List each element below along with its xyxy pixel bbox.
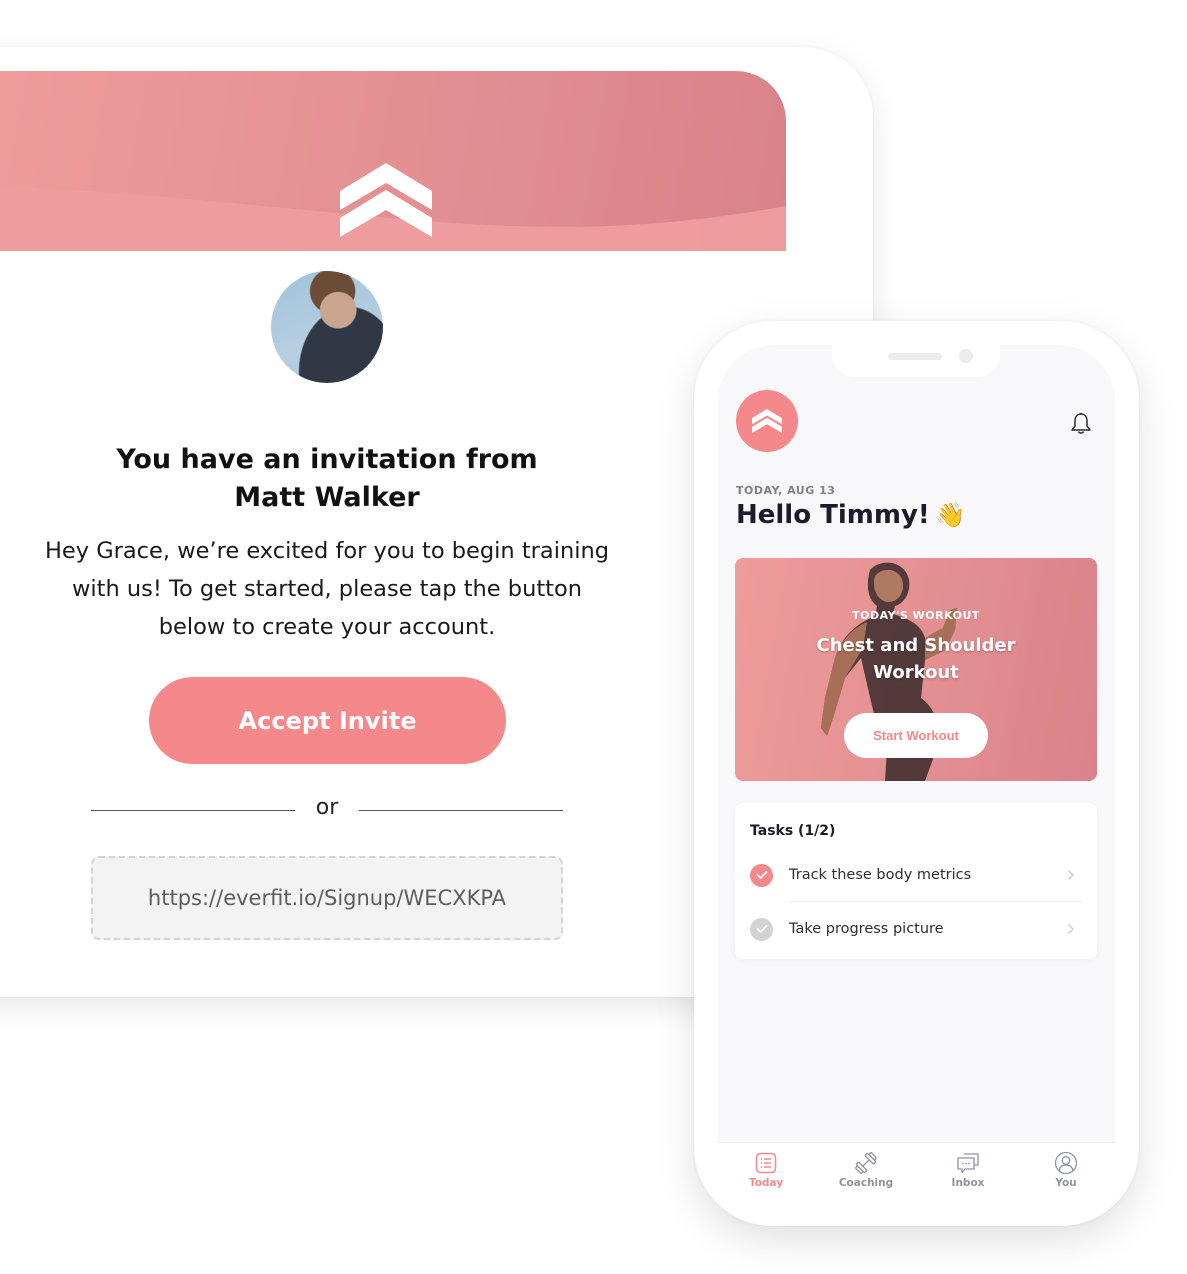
- or-divider: or: [91, 795, 563, 825]
- invitation-title: You have an invitation from Matt Walker: [0, 441, 654, 517]
- todays-workout-card[interactable]: TODAY'S WORKOUT Chest and Shoulder Worko…: [735, 558, 1097, 781]
- date-label: TODAY, AUG 13: [736, 484, 836, 497]
- double-chevron-up-icon: [340, 163, 432, 237]
- message-line: below to create your account.: [158, 614, 496, 640]
- task-item[interactable]: Take progress picture: [735, 902, 1097, 956]
- bottom-tab-bar: Today Coaching Inbox You: [718, 1142, 1115, 1202]
- coach-name: Matt Walker: [234, 482, 420, 513]
- start-workout-button[interactable]: Start Workout: [844, 713, 988, 758]
- chevron-right-icon: [1068, 924, 1074, 934]
- dumbbell-icon: [855, 1152, 877, 1174]
- camera: [959, 349, 973, 363]
- bell-icon[interactable]: [1070, 412, 1092, 436]
- email-header-banner: [0, 71, 786, 251]
- workout-title-line: Chest and Shoulder: [816, 635, 1016, 656]
- workout-title: Chest and Shoulder Workout: [795, 632, 1037, 686]
- chevron-right-icon: [1068, 870, 1074, 880]
- workout-title-line: Workout: [873, 662, 959, 683]
- or-label: or: [315, 795, 339, 820]
- task-label: Take progress picture: [789, 921, 944, 937]
- app-logo: [736, 390, 798, 452]
- user-icon: [1054, 1151, 1078, 1175]
- task-item[interactable]: Track these body metrics: [735, 848, 1097, 902]
- invitation-title-line: You have an invitation from: [116, 444, 538, 475]
- workout-kicker: TODAY'S WORKOUT: [852, 609, 980, 622]
- divider-line: [359, 810, 563, 811]
- tab-label: Inbox: [951, 1177, 985, 1189]
- tab-label: Today: [748, 1177, 784, 1189]
- greeting: Hello Timmy! 👋: [736, 500, 966, 530]
- invitation-email: You have an invitation from Matt Walker …: [0, 71, 786, 975]
- tasks-title: Tasks (1/2): [750, 823, 836, 839]
- tab-inbox[interactable]: Inbox: [928, 1151, 1008, 1197]
- speaker: [888, 353, 942, 360]
- chat-bubbles-icon: [957, 1153, 979, 1174]
- coach-avatar: [271, 271, 383, 383]
- signup-link[interactable]: https://everfit.io/Signup/WECXKPA: [91, 856, 563, 940]
- tab-you[interactable]: You: [1026, 1151, 1106, 1197]
- accept-invite-button[interactable]: Accept Invite: [149, 677, 506, 764]
- message-line: Hey Grace, we’re excited for you to begi…: [44, 538, 610, 564]
- tab-today[interactable]: Today: [726, 1151, 806, 1197]
- invitation-message: Hey Grace, we’re excited for you to begi…: [20, 532, 634, 646]
- phone-frame: TODAY, AUG 13 Hello Timmy! 👋 TODAY'S WOR…: [694, 321, 1139, 1226]
- greeting-text: Hello Timmy!: [736, 500, 930, 530]
- task-label: Track these body metrics: [789, 867, 972, 883]
- phone-notch: [832, 345, 1000, 377]
- tab-coaching[interactable]: Coaching: [826, 1151, 906, 1197]
- checkmark-icon: [750, 863, 773, 887]
- today-screen: TODAY, AUG 13 Hello Timmy! 👋 TODAY'S WOR…: [718, 345, 1115, 1202]
- checkmark-icon: [750, 917, 773, 941]
- tab-label: Coaching: [838, 1177, 894, 1189]
- list-icon: [755, 1152, 777, 1174]
- tasks-card: Tasks (1/2) Track these body metrics Tak…: [735, 803, 1097, 959]
- tab-label: You: [1055, 1177, 1077, 1189]
- message-line: with us! To get started, please tap the …: [71, 576, 583, 602]
- double-chevron-up-icon: [752, 409, 782, 433]
- waving-hand-icon: 👋: [935, 501, 966, 529]
